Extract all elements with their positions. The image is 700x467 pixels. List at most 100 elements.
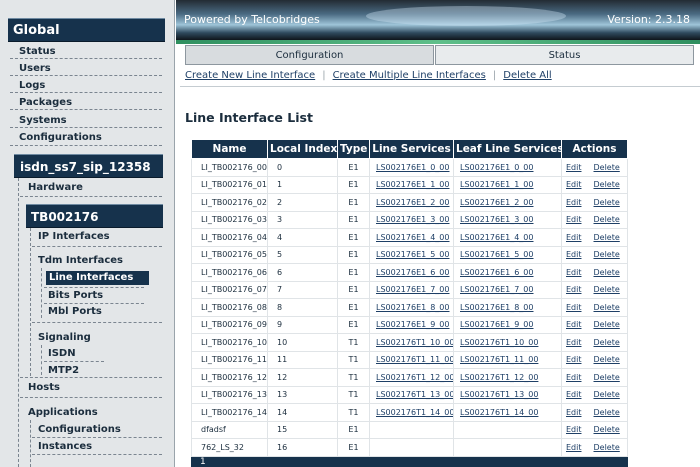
delete-all-link[interactable]: Delete All <box>503 70 551 81</box>
delete-link[interactable]: Delete <box>594 320 620 329</box>
nav-item-instances[interactable]: Instances <box>38 441 92 453</box>
nav-item-systems[interactable]: Systems <box>19 115 67 127</box>
leaf-line-service-link[interactable]: LS002176T1_12_00 <box>460 373 538 382</box>
line-service-link[interactable]: LS002176E1_9_00 <box>376 320 450 329</box>
line-service-link[interactable]: LS002176T1_13_00 <box>376 390 453 399</box>
nav-item-isdn[interactable]: ISDN <box>48 348 76 360</box>
line-service-link[interactable]: LS002176E1_5_00 <box>376 250 450 259</box>
leaf-line-service-link[interactable]: LS002176E1_6_00 <box>460 268 534 277</box>
delete-link[interactable]: Delete <box>594 198 620 207</box>
line-service-link[interactable]: LS002176E1_6_00 <box>376 268 450 277</box>
line-service-link[interactable]: LS002176T1_11_00 <box>376 355 453 364</box>
pagination-page-number[interactable]: 1 <box>191 455 628 467</box>
delete-link[interactable]: Delete <box>594 338 620 347</box>
nav-item-status[interactable]: Status <box>19 46 56 58</box>
nav-header-configuration[interactable]: isdn_ss7_sip_12358 <box>14 154 163 178</box>
leaf-line-service-link[interactable]: LS002176E1_5_00 <box>460 250 534 259</box>
leaf-line-service-link[interactable]: LS002176T1_13_00 <box>460 390 538 399</box>
column-header-leaf-line-services[interactable]: Leaf Line Services <box>453 139 562 159</box>
column-header-name[interactable]: Name <box>191 139 268 159</box>
nav-item-hardware[interactable]: Hardware <box>28 182 83 194</box>
edit-link[interactable]: Edit <box>566 425 582 434</box>
edit-link[interactable]: Edit <box>566 408 582 417</box>
nav-item-signaling[interactable]: Signaling <box>38 332 91 344</box>
nav-item-ip-interfaces[interactable]: IP Interfaces <box>38 231 110 243</box>
delete-link[interactable]: Delete <box>594 443 620 452</box>
leaf-line-service-link[interactable]: LS002176E1_7_00 <box>460 285 534 294</box>
delete-link[interactable]: Delete <box>594 355 620 364</box>
leaf-line-service-link[interactable]: LS002176E1_3_00 <box>460 215 534 224</box>
nav-item-line-interfaces[interactable]: Line Interfaces <box>46 271 150 285</box>
leaf-line-service-link[interactable]: LS002176T1_11_00 <box>460 355 538 364</box>
nav-item-applications[interactable]: Applications <box>28 407 98 419</box>
leaf-line-service-link[interactable]: LS002176E1_8_00 <box>460 303 534 312</box>
edit-link[interactable]: Edit <box>566 390 582 399</box>
line-service-link[interactable]: LS002176T1_10_00 <box>376 338 453 347</box>
leaf-line-service-link[interactable]: LS002176E1_9_00 <box>460 320 534 329</box>
leaf-line-service-link[interactable]: LS002176E1_0_00 <box>460 163 534 172</box>
delete-link[interactable]: Delete <box>594 250 620 259</box>
edit-link[interactable]: Edit <box>566 443 582 452</box>
delete-link[interactable]: Delete <box>594 180 620 189</box>
edit-link[interactable]: Edit <box>566 285 582 294</box>
type-cell: T1 <box>337 350 370 369</box>
line-service-link[interactable]: LS002176E1_2_00 <box>376 198 450 207</box>
nav-item-users[interactable]: Users <box>19 63 51 75</box>
column-header-line-services[interactable]: Line Services <box>369 139 454 159</box>
edit-link[interactable]: Edit <box>566 303 582 312</box>
delete-link[interactable]: Delete <box>594 425 620 434</box>
delete-link[interactable]: Delete <box>594 285 620 294</box>
line-service-link[interactable]: LS002176E1_8_00 <box>376 303 450 312</box>
edit-link[interactable]: Edit <box>566 268 582 277</box>
edit-link[interactable]: Edit <box>566 163 582 172</box>
create-multiple-line-interfaces-link[interactable]: Create Multiple Line Interfaces <box>333 70 486 81</box>
line-service-link[interactable]: LS002176E1_7_00 <box>376 285 450 294</box>
line-service-link[interactable]: LS002176E1_0_00 <box>376 163 450 172</box>
delete-link[interactable]: Delete <box>594 373 620 382</box>
tab-configuration[interactable]: Configuration <box>185 45 434 65</box>
leaf-line-service-link[interactable]: LS002176E1_4_00 <box>460 233 534 242</box>
nav-item-bits-ports[interactable]: Bits Ports <box>48 290 103 302</box>
edit-link[interactable]: Edit <box>566 198 582 207</box>
leaf-line-service-link[interactable]: LS002176T1_10_00 <box>460 338 538 347</box>
nav-item-hosts[interactable]: Hosts <box>28 382 60 394</box>
column-header-local-index[interactable]: Local Index <box>267 139 338 159</box>
nav-item-logs[interactable]: Logs <box>19 80 45 92</box>
delete-link[interactable]: Delete <box>594 268 620 277</box>
edit-link[interactable]: Edit <box>566 180 582 189</box>
delete-link[interactable]: Delete <box>594 233 620 242</box>
line-service-link[interactable]: LS002176E1_1_00 <box>376 180 450 189</box>
line-services-cell: LS002176T1_11_00 <box>369 350 454 369</box>
edit-link[interactable]: Edit <box>566 250 582 259</box>
line-service-link[interactable]: LS002176E1_4_00 <box>376 233 450 242</box>
line-service-link[interactable]: LS002176T1_14_00 <box>376 408 453 417</box>
nav-item-mtp2[interactable]: MTP2 <box>48 365 79 377</box>
nav-item-tdm-interfaces[interactable]: Tdm Interfaces <box>38 255 123 267</box>
create-line-interface-link[interactable]: Create New Line Interface <box>185 70 315 81</box>
delete-link[interactable]: Delete <box>594 408 620 417</box>
nav-item-mbl-ports[interactable]: Mbl Ports <box>48 306 102 318</box>
edit-link[interactable]: Edit <box>566 373 582 382</box>
leaf-line-service-link[interactable]: LS002176E1_1_00 <box>460 180 534 189</box>
leaf-line-service-link[interactable]: LS002176E1_2_00 <box>460 198 534 207</box>
leaf-line-service-link[interactable]: LS002176T1_14_00 <box>460 408 538 417</box>
type-cell: E1 <box>337 228 370 247</box>
edit-link[interactable]: Edit <box>566 355 582 364</box>
delete-link[interactable]: Delete <box>594 163 620 172</box>
edit-link[interactable]: Edit <box>566 233 582 242</box>
nav-item-app-configurations[interactable]: Configurations <box>38 424 121 436</box>
edit-link[interactable]: Edit <box>566 338 582 347</box>
nav-header-device[interactable]: TB002176 <box>26 204 163 228</box>
nav-header-global[interactable]: Global <box>8 18 165 42</box>
line-service-link[interactable]: LS002176E1_3_00 <box>376 215 450 224</box>
edit-link[interactable]: Edit <box>566 320 582 329</box>
delete-link[interactable]: Delete <box>594 215 620 224</box>
line-service-link[interactable]: LS002176T1_12_00 <box>376 373 453 382</box>
nav-item-configurations[interactable]: Configurations <box>19 132 102 144</box>
tab-status[interactable]: Status <box>435 45 694 65</box>
column-header-type[interactable]: Type <box>337 139 370 159</box>
edit-link[interactable]: Edit <box>566 215 582 224</box>
nav-item-packages[interactable]: Packages <box>19 97 72 109</box>
delete-link[interactable]: Delete <box>594 303 620 312</box>
delete-link[interactable]: Delete <box>594 390 620 399</box>
